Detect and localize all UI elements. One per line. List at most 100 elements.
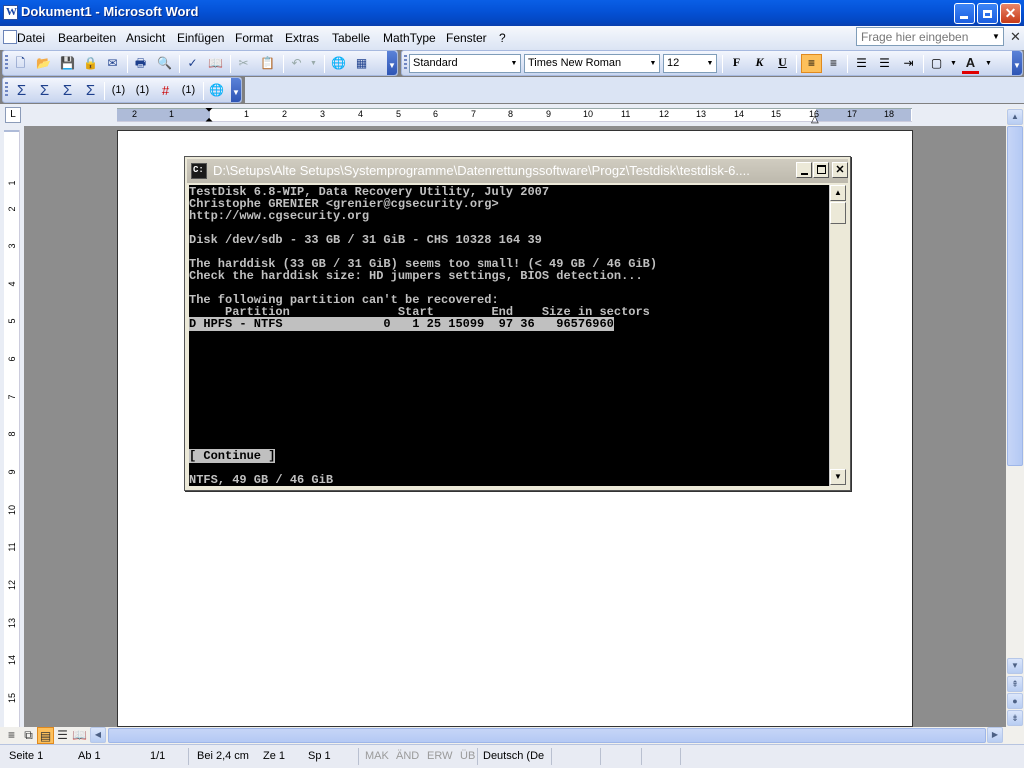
horizontal-ruler[interactable]: 2 1 1 2 3 4 5 6 7 8 9 10 11 12 13 14 15 16 17 18 ⏷ ⏶ △ (117, 105, 912, 126)
menu-ansicht[interactable]: Ansicht (126, 31, 165, 45)
vertical-scroll-thumb[interactable] (1007, 126, 1023, 466)
indent-icon[interactable]: ⇥ (900, 55, 917, 72)
font-color-dropdown-icon[interactable]: ▼ (980, 55, 997, 72)
italic-button[interactable]: K (751, 55, 768, 72)
partition-row[interactable]: D HPFS - NTFS 0 1 25 15099 97 36 9657696… (189, 317, 614, 331)
menu-extras[interactable]: Extras (285, 31, 319, 45)
scroll-left-icon[interactable]: ◀ (90, 727, 106, 743)
undo-dropdown-icon[interactable]: ▼ (305, 55, 322, 72)
outline-view-icon[interactable]: ☰ (54, 727, 71, 744)
status-overtype[interactable]: ÜB (460, 750, 475, 762)
status-extend[interactable]: ERW (427, 750, 452, 762)
status-language[interactable]: Deutsch (De (483, 750, 544, 762)
menu-einfuegen[interactable]: Einfügen (177, 31, 224, 45)
previous-page-icon[interactable]: ⇞ (1007, 676, 1023, 692)
chapter-break-icon[interactable]: # (157, 82, 174, 99)
chevron-down-icon[interactable]: ▼ (647, 55, 659, 72)
next-page-icon[interactable]: ⇟ (1007, 710, 1023, 726)
menu-fenster[interactable]: Fenster (446, 31, 487, 45)
paste-icon[interactable]: 📋 (259, 55, 276, 72)
font-color-button[interactable]: A (962, 55, 979, 74)
web-layout-icon[interactable]: ⧉ (20, 727, 37, 744)
document-close-icon[interactable]: ✕ (1010, 29, 1021, 45)
research-icon[interactable]: 📖 (207, 55, 224, 72)
print-layout-icon[interactable]: ▤ (37, 727, 54, 744)
new-document-icon[interactable]: 🗋 (12, 55, 29, 72)
hyperlink-icon[interactable]: 🌐 (330, 55, 347, 72)
menu-format[interactable]: Format (235, 31, 273, 45)
console-minimize-button[interactable] (796, 162, 812, 178)
document-icon[interactable] (3, 30, 17, 44)
chevron-down-icon[interactable]: ▼ (704, 55, 716, 72)
sum-icon[interactable]: Σ (13, 82, 30, 99)
horizontal-scrollbar[interactable]: ◀ ▶ (90, 727, 1004, 744)
font-size-select[interactable]: 12 ▼ (663, 54, 717, 73)
word-app-icon[interactable] (3, 5, 18, 20)
close-button[interactable]: ✕ (1000, 3, 1021, 24)
toolbar-grip[interactable] (404, 55, 407, 71)
minimize-button[interactable] (954, 3, 975, 24)
print-preview-icon[interactable]: 🔍 (156, 55, 173, 72)
mathtype-web-icon[interactable]: 🌐 (208, 82, 225, 99)
toolbar-options-icon[interactable]: ▼ (1012, 51, 1022, 75)
save-icon[interactable]: 💾 (59, 55, 76, 72)
console-maximize-button[interactable] (813, 162, 829, 178)
menu-tabelle[interactable]: Tabelle (332, 31, 370, 45)
console-title-bar[interactable]: D:\Setups\Alte Setups\Systemprogramme\Da… (187, 159, 848, 183)
console-close-button[interactable]: ✕ (832, 162, 848, 178)
right-indent-icon[interactable]: △ (811, 114, 819, 125)
numbered-list-icon[interactable]: ☰ (853, 55, 870, 72)
continue-button[interactable]: [ Continue ] (189, 449, 276, 463)
browse-object-icon[interactable]: ● (1007, 693, 1023, 709)
status-macro-record[interactable]: MAK (365, 750, 389, 762)
style-select[interactable]: Standard ▼ (409, 54, 521, 73)
console-icon[interactable] (191, 163, 207, 179)
restore-button[interactable] (977, 3, 998, 24)
toolbar-options-icon[interactable]: ▼ (387, 51, 397, 75)
menu-datei[interactable]: Datei (17, 31, 45, 45)
console-scroll-thumb[interactable] (830, 202, 846, 224)
update-numbers-button[interactable]: (1) (180, 82, 197, 99)
undo-icon[interactable]: ↶ (288, 55, 305, 72)
spelling-icon[interactable]: ✓ (184, 55, 201, 72)
menu-bearbeiten[interactable]: Bearbeiten (58, 31, 116, 45)
sum-right-icon[interactable]: Σ (82, 82, 99, 99)
toolbar-grip[interactable] (5, 55, 8, 71)
cut-icon[interactable]: ✂ (235, 55, 252, 72)
scroll-down-icon[interactable]: ▼ (830, 469, 846, 485)
toolbar-grip[interactable] (5, 82, 8, 98)
insert-number-button[interactable]: (1) (110, 82, 127, 99)
toolbar-options-icon[interactable]: ▼ (231, 78, 241, 102)
chevron-down-icon[interactable]: ▼ (989, 28, 1003, 45)
scroll-up-icon[interactable]: ▲ (830, 185, 846, 201)
tab-selector[interactable]: L (5, 107, 21, 123)
email-icon[interactable]: ✉ (104, 55, 121, 72)
print-icon[interactable]: 🖶 (132, 55, 149, 72)
scroll-right-icon[interactable]: ▶ (987, 727, 1003, 743)
console-scrollbar[interactable]: ▲ ▼ (829, 185, 846, 486)
menu-mathtype[interactable]: MathType (383, 31, 436, 45)
open-folder-icon[interactable]: 📂 (35, 55, 52, 72)
vertical-scrollbar[interactable]: ▲ ▼ ⇞ ● ⇟ (1006, 108, 1024, 727)
font-select[interactable]: Times New Roman ▼ (524, 54, 660, 73)
bullet-list-icon[interactable]: ☰ (876, 55, 893, 72)
horizontal-scroll-thumb[interactable] (108, 728, 986, 743)
sum-display-icon[interactable]: Σ (59, 82, 76, 99)
menu-help[interactable]: ? (499, 31, 506, 45)
table-icon[interactable]: ▦ (353, 55, 370, 72)
sum-inline-icon[interactable]: Σ (36, 82, 53, 99)
insert-reference-button[interactable]: (1) (134, 82, 151, 99)
border-icon[interactable]: ▢ (928, 55, 945, 72)
vertical-ruler[interactable]: 1 2 3 4 5 6 7 8 9 10 11 12 13 14 15 (4, 130, 20, 727)
scroll-down-icon[interactable]: ▼ (1007, 658, 1023, 674)
reading-layout-icon[interactable]: 📖 (71, 727, 88, 744)
status-track-changes[interactable]: ÄND (396, 750, 419, 762)
scroll-up-icon[interactable]: ▲ (1007, 109, 1023, 125)
normal-view-icon[interactable]: ≡ (3, 727, 20, 744)
align-left-icon[interactable]: ≡ (801, 54, 822, 73)
help-search-input[interactable]: Frage hier eingeben ▼ (856, 27, 1004, 46)
chevron-down-icon[interactable]: ▼ (508, 55, 520, 72)
terminal-output[interactable]: TestDisk 6.8-WIP, Data Recovery Utility,… (189, 185, 829, 486)
hanging-indent-icon[interactable]: ⏶ (205, 115, 213, 126)
bold-button[interactable]: F (728, 55, 745, 72)
